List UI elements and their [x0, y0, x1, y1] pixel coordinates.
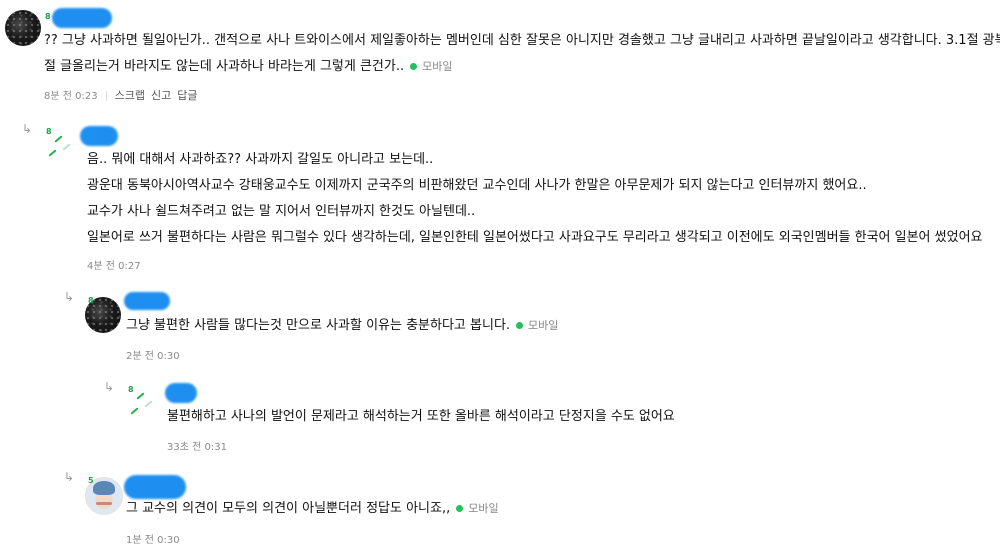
username-redacted[interactable] [165, 383, 197, 403]
timestamp: 4분 전 0:27 [87, 261, 141, 272]
username-redacted[interactable] [124, 292, 170, 310]
reply-arrow-icon: ↳ [64, 470, 75, 484]
reply-arrow-icon: ↳ [104, 380, 115, 394]
mobile-indicator: 모바일 [456, 496, 499, 522]
report-link[interactable]: 신고 [151, 89, 171, 102]
comment-body: 불편해하고 사나의 발언이 문제라고 해석하는거 또한 올바른 해석이라고 단정… [167, 409, 675, 424]
timestamp: 2분 전 0:30 [126, 351, 180, 362]
mobile-dot-icon [410, 62, 418, 70]
timestamp: 1분 전 0:30 [126, 535, 180, 546]
mobile-dot-icon [456, 504, 464, 512]
mobile-indicator: 모바일 [516, 313, 558, 339]
username-redacted[interactable] [52, 8, 112, 28]
level-badge: 8 [45, 12, 51, 21]
level-badge: 5 [88, 476, 94, 485]
comment-meta: 8분 전 0:23 스크랩 신고 답글 [44, 87, 203, 103]
reply-link[interactable]: 답글 [177, 89, 197, 102]
reply-arrow-icon: ↳ [64, 290, 75, 304]
avatar[interactable] [5, 10, 41, 46]
comment-body: 그 교수의 의견이 모두의 의견이 아닐뿐더러 정답도 아니죠,, 모바일 [126, 496, 499, 522]
comment-body: ?? 그냥 사과하면 될일아닌가.. 갠적으로 사나 트와이스에서 제일좋아하는… [44, 28, 1000, 80]
mobile-dot-icon [516, 321, 524, 329]
reply-arrow-icon: ↳ [22, 122, 33, 136]
mobile-indicator: 모바일 [410, 54, 453, 80]
timestamp: 33초 전 0:31 [167, 442, 227, 453]
username-redacted[interactable] [80, 126, 118, 146]
timestamp: 8분 전 0:23 [44, 91, 98, 102]
divider [105, 91, 107, 101]
scrap-link[interactable]: 스크랩 [115, 89, 145, 102]
comment-body: 음.. 뭐에 대해서 사과하죠?? 사과까지 갈일도 아니라고 보는데.. 광운… [87, 152, 983, 245]
pencil-badge-icon [128, 392, 158, 424]
level-badge: 8 [88, 296, 94, 305]
pencil-badge-icon [46, 134, 76, 166]
comment-body: 그냥 불편한 사람들 많다는것 만으로 사과할 이유는 충분하다고 봅니다. 모바… [126, 313, 558, 339]
